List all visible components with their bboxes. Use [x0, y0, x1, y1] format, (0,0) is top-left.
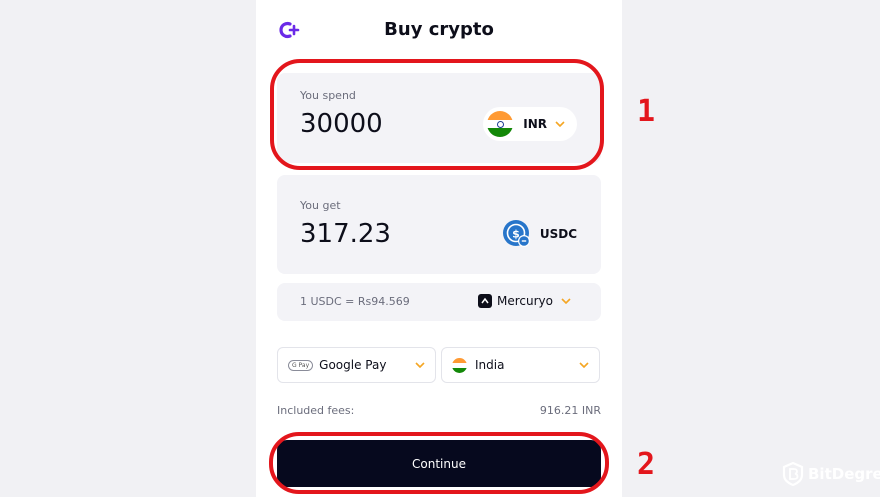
highlight-ring-2 [269, 432, 609, 494]
country-select[interactable]: India [441, 347, 600, 383]
get-amount: 317.23 [300, 219, 391, 249]
rate-row: 1 USDC = Rs94.569 Mercuryo [277, 283, 601, 321]
annotation-number-2: 2 [637, 447, 656, 482]
chevron-down-icon [415, 362, 425, 368]
rate-text: 1 USDC = Rs94.569 [300, 295, 410, 308]
get-card: You get 317.23 $ USDC [277, 175, 601, 274]
mercuryo-icon [478, 294, 492, 308]
india-flag-icon [452, 357, 467, 373]
fees-label: Included fees: [277, 404, 355, 417]
google-pay-icon: G Pay [288, 359, 314, 371]
usdc-icon: $ [502, 220, 530, 247]
page-title: Buy crypto [384, 19, 494, 40]
get-currency-code: USDC [539, 227, 577, 241]
annotation-number-1: 1 [637, 94, 656, 129]
bitdegree-logo-icon [782, 462, 804, 486]
country-label: India [475, 358, 505, 372]
highlight-ring-1 [270, 59, 604, 170]
payment-method-select[interactable]: G Pay Google Pay [277, 347, 436, 383]
provider-select[interactable]: Mercuryo [478, 294, 571, 308]
watermark-text: BitDegree [808, 465, 880, 483]
provider-name: Mercuryo [497, 294, 553, 308]
payment-method-label: Google Pay [319, 358, 387, 372]
chevron-down-icon [561, 298, 571, 304]
fees-value: 916.21 INR [539, 404, 601, 417]
chevron-down-icon [579, 362, 589, 368]
get-currency-select[interactable]: $ USDC [502, 219, 577, 249]
bitdegree-watermark: BitDegree [782, 462, 880, 486]
get-label: You get [300, 199, 341, 212]
